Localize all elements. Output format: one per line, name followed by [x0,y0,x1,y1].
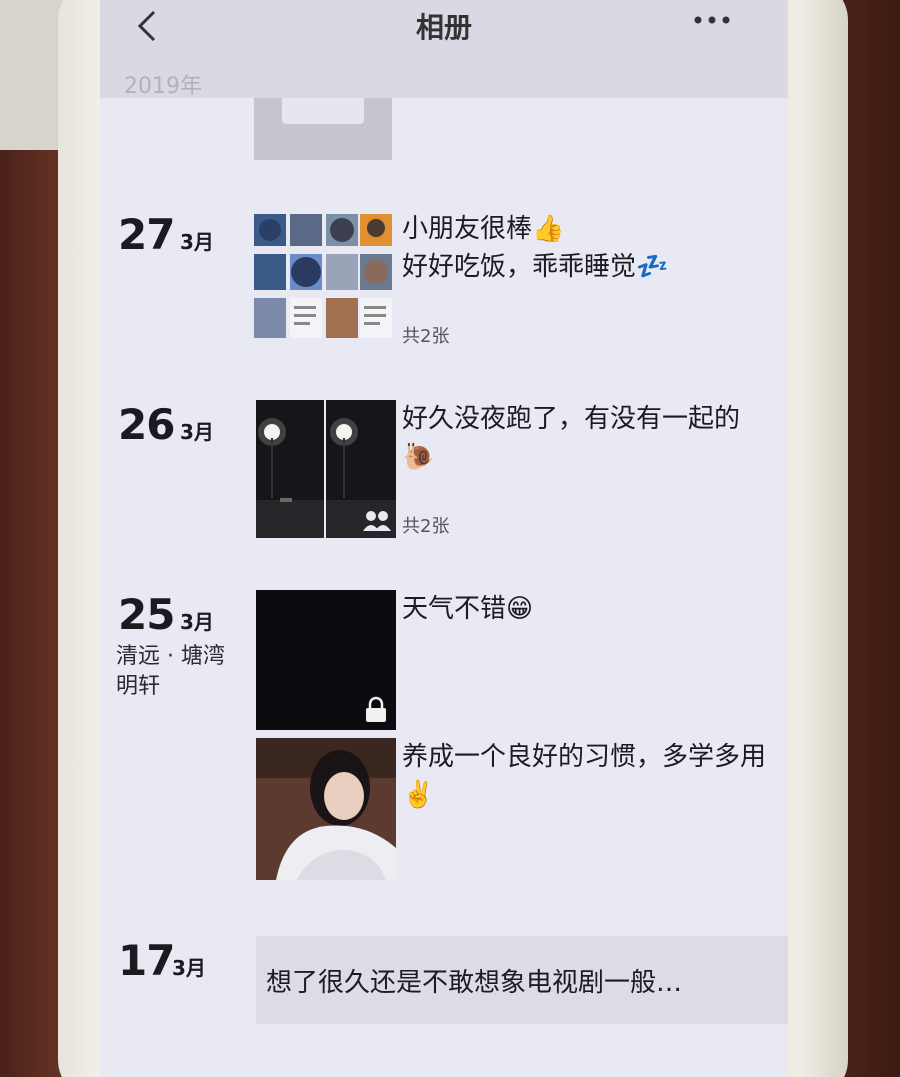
more-dots-icon[interactable] [692,10,732,30]
location-label[interactable]: 清远 · 塘湾明轩 [116,642,246,702]
post-text[interactable]: 小朋友很棒👍 好好吃饭，乖乖睡觉💤 [402,210,772,286]
post-text[interactable]: 养成一个良好的习惯，多学多用✌️ [402,738,772,814]
date-month: 3月 [172,956,206,980]
year-label: 2019年 [124,74,202,99]
previous-photo-thumbnail[interactable] [254,98,392,160]
album-entry: 17 3月 想了很久还是不敢想象电视剧一般… [100,936,788,1046]
post-text[interactable]: 好久没夜跑了，有没有一起的🐌 [402,400,772,476]
night-street-photos[interactable] [256,400,396,538]
text-post-bubble[interactable]: 想了很久还是不敢想象电视剧一般… [256,936,788,1024]
date-month: 3月 [180,420,214,444]
album-entry: 26 3月 好久没夜跑了，有没有一起的🐌 共2张 [100,400,788,540]
photo-count: 共2张 [402,326,450,347]
lock-icon [366,696,386,722]
nav-bar: 相册 2019年 [100,0,788,99]
date-month: 3月 [180,610,214,634]
thumbnail-placeholder [282,98,364,124]
album-entry: 27 3月 小朋友很棒👍 好好吃饭，乖乖睡觉💤 共2张 [100,210,788,350]
date-month: 3月 [180,230,214,254]
post-text[interactable]: 天气不错😁 [402,590,772,628]
selfie-photo-icon [256,738,396,880]
photo-grid[interactable] [254,214,394,344]
date-day: 27 [118,210,175,259]
page-title: 相册 [415,11,472,44]
friends-tag-icon [363,511,391,531]
album-entry: 25 3月 清远 · 塘湾明轩 天气不错😁 养成一个良好的习惯，多学多用✌️ [100,590,788,890]
phone-screen: 相册 2019年 27 3月 小朋友很棒👍 好好吃饭，乖乖睡觉💤 共2张 26 … [100,0,788,1077]
post-text: 想了很久还是不敢想象电视剧一般… [266,968,683,998]
photo-count: 共2张 [402,516,450,537]
selfie-photo[interactable] [256,738,396,880]
date-day: 26 [118,400,175,449]
photo-grid-icon [254,214,392,338]
date-day: 17 [118,936,175,985]
date-day: 25 [118,590,175,639]
dark-photo-locked[interactable] [256,590,396,730]
